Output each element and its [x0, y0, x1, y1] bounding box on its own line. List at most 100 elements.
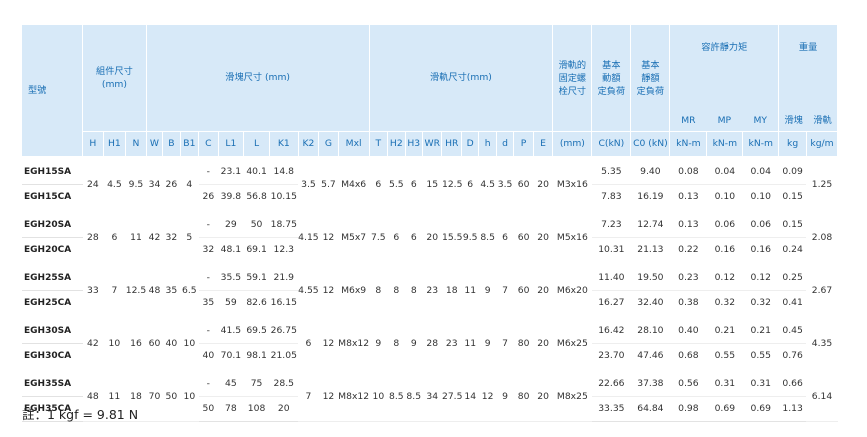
- cell-c: -: [198, 262, 219, 291]
- cell-mr: 0.38: [669, 290, 707, 318]
- cell-h2: 8.5: [387, 368, 406, 422]
- cell-k1: 20: [269, 396, 299, 422]
- model-cell: EGH15SA: [22, 156, 83, 185]
- cell-kg: 0.45: [778, 315, 807, 344]
- cell-h1: 4.5: [103, 156, 126, 212]
- header-my: MY: [753, 114, 768, 126]
- cell-my: 0.12: [742, 262, 779, 291]
- model-cell: EGH20CA: [22, 237, 83, 265]
- cell-wr: 15: [422, 156, 442, 212]
- cell-kg: 0.15: [778, 184, 807, 212]
- sub-n: N: [125, 131, 147, 158]
- cell-l1: 35.5: [218, 262, 244, 291]
- sub-hr: HR: [441, 131, 462, 158]
- cell-mp: 0.31: [706, 368, 743, 397]
- cell-d: 11: [461, 262, 479, 318]
- cell-wr: 23: [422, 262, 442, 318]
- sub-g: G: [318, 131, 339, 158]
- weight-label: 重量: [798, 42, 818, 53]
- cell-b1: 6.5: [180, 262, 199, 318]
- cell-p: 60: [513, 156, 534, 212]
- footnote: 註：1 kgf = 9.81 N: [22, 407, 139, 422]
- cell-h: 42: [82, 315, 104, 371]
- table-row: EGH20SA 28 6 11 42 32 5-29 50 18.75 4.15 12 M5x7 7.5…: [22, 209, 838, 265]
- sub-c: C: [198, 131, 219, 158]
- cell-c0: 32.40: [630, 290, 670, 318]
- cell-h: 33: [82, 262, 104, 318]
- cell-hr: 23: [441, 315, 462, 371]
- cell-mp: 0.69: [706, 396, 743, 422]
- cell-l1: 45: [218, 368, 244, 397]
- sub-kgm: kg/m: [806, 131, 839, 158]
- cell-kg: 0.25: [778, 262, 807, 291]
- cell-d: 7: [496, 262, 514, 318]
- cell-g: 5.7: [318, 156, 339, 212]
- sub-my-unit: kN-m: [742, 131, 780, 158]
- cell-l1: 23.1: [218, 156, 244, 185]
- cell-d: 6: [496, 209, 514, 265]
- model-cell: EGH30SA: [22, 315, 83, 344]
- cell-t: 10: [369, 368, 388, 422]
- sub-l1: L1: [218, 131, 245, 158]
- cell-b: 32: [162, 209, 181, 265]
- cell-bolt: M8x25: [552, 368, 592, 422]
- cell-mxl: M8x12: [338, 368, 370, 422]
- model-cell: EGH15CA: [22, 184, 83, 212]
- cell-h1: 10: [103, 315, 126, 371]
- cell-wr: 20: [422, 209, 442, 265]
- cell-mp: 0.12: [706, 262, 743, 291]
- sub-d-upper: D: [461, 131, 480, 158]
- cell-c-kn: 22.66: [591, 368, 631, 397]
- cell-t: 7.5: [369, 209, 388, 265]
- sub-mm: (mm): [552, 131, 593, 158]
- cell-mr: 0.23: [669, 262, 707, 291]
- cell-my: 0.69: [742, 396, 779, 422]
- sub-t: T: [369, 131, 389, 158]
- cell-mxl: M8x12: [338, 315, 370, 371]
- cell-b: 40: [162, 315, 181, 371]
- cell-h3: 8: [405, 262, 423, 318]
- model-cell: EGH35SA: [22, 368, 83, 397]
- cell-e: 20: [533, 156, 553, 212]
- cell-hr: 27.5: [441, 368, 462, 422]
- cell-w: 60: [146, 315, 163, 371]
- header-assembly: 組件尺寸 (mm): [82, 25, 147, 132]
- model-cell: EGH30CA: [22, 343, 83, 371]
- cell-hr: 15.5: [441, 209, 462, 265]
- cell-c0: 16.19: [630, 184, 670, 212]
- cell-mr: 0.56: [669, 368, 707, 397]
- model-cell: EGH20SA: [22, 209, 83, 238]
- cell-hr: 12.5: [441, 156, 462, 212]
- sub-h3: H3: [405, 131, 423, 158]
- cell-n: 16: [125, 315, 147, 371]
- cell-my: 0.16: [742, 237, 779, 265]
- cell-mr: 0.68: [669, 343, 707, 371]
- cell-k1: 14.8: [269, 156, 299, 185]
- header-weight: 重量 滑塊 滑軌: [778, 25, 838, 132]
- header-rail-weight: 滑軌: [813, 114, 832, 126]
- cell-n: 11: [125, 209, 147, 265]
- cell-e: 20: [533, 315, 553, 371]
- cell-g: 12: [318, 262, 339, 318]
- header-model: 型號: [22, 25, 84, 158]
- cell-c-kn: 7.23: [591, 209, 631, 238]
- sub-c-kn: C(kN): [591, 131, 632, 158]
- cell-kg: 0.09: [778, 156, 807, 185]
- cell-b: 26: [162, 156, 181, 212]
- cell-l1: 29: [218, 209, 244, 238]
- cell-kg: 0.24: [778, 237, 807, 265]
- cell-d: 7: [496, 315, 514, 371]
- cell-w: 34: [146, 156, 163, 212]
- cell-bolt: M6x25: [552, 315, 592, 371]
- cell-mp: 0.16: [706, 237, 743, 265]
- cell-k1: 12.3: [269, 237, 299, 265]
- sub-b1: B1: [180, 131, 200, 158]
- cell-l: 40.1: [243, 156, 270, 185]
- cell-mr: 0.13: [669, 184, 707, 212]
- cell-c: 40: [198, 343, 219, 371]
- cell-mxl: M6x9: [338, 262, 370, 318]
- cell-wr: 28: [422, 315, 442, 371]
- cell-c0: 47.46: [630, 343, 670, 371]
- cell-p: 80: [513, 368, 534, 422]
- cell-k1: 21.05: [269, 343, 299, 371]
